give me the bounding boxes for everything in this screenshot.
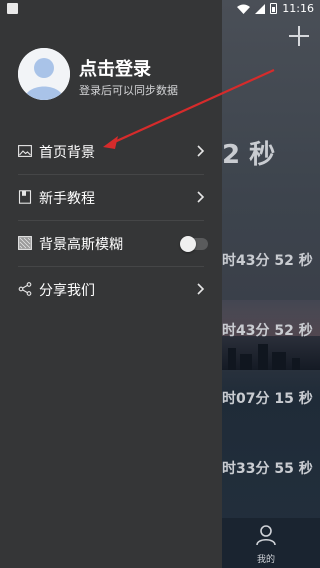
menu-item-label: 首页背景 <box>39 145 95 161</box>
menu-item-home-background[interactable]: 首页背景 <box>0 128 222 174</box>
login-title[interactable]: 点击登录 <box>79 55 151 81</box>
chevron-right-icon <box>197 283 205 295</box>
countdown-item: 时33分 55 秒 <box>222 461 313 477</box>
tab-mine-label: 我的 <box>256 555 275 565</box>
toggle-knob <box>180 236 196 252</box>
navigation-drawer: 点击登录 登录后可以同步数据 首页背景 新手教程 背景高斯模糊 分享我们 <box>0 0 222 568</box>
menu-item-label: 分享我们 <box>39 283 95 299</box>
menu-item-label: 新手教程 <box>39 191 95 207</box>
countdown-item: 时07分 15 秒 <box>222 391 313 407</box>
login-subtitle: 登录后可以同步数据 <box>79 84 178 97</box>
add-icon[interactable] <box>289 26 309 46</box>
book-icon <box>18 190 32 204</box>
chevron-right-icon <box>197 145 205 157</box>
status-time: 11:16 <box>282 2 314 15</box>
share-icon <box>18 282 32 296</box>
default-user-icon <box>18 48 70 100</box>
blur-icon <box>18 236 32 250</box>
menu-item-label: 背景高斯模糊 <box>39 237 123 253</box>
battery-icon <box>270 3 278 14</box>
menu-item-background-blur: 背景高斯模糊 <box>0 220 222 266</box>
city-skyline <box>222 336 320 370</box>
image-icon <box>18 145 32 157</box>
person-icon <box>256 525 276 546</box>
tab-mine[interactable]: 我的 <box>252 524 280 565</box>
signal-icon <box>255 3 266 14</box>
status-bar: 11:16 <box>0 0 320 18</box>
gallery-notification-icon <box>7 3 18 14</box>
menu-item-tutorial[interactable]: 新手教程 <box>0 174 222 220</box>
status-right: 11:16 <box>237 2 314 15</box>
countdown-item: 时43分 52 秒 <box>222 323 313 339</box>
avatar[interactable] <box>18 48 70 100</box>
menu-item-share[interactable]: 分享我们 <box>0 266 222 312</box>
wifi-icon <box>237 4 251 14</box>
blur-toggle[interactable] <box>180 236 208 252</box>
chevron-right-icon <box>197 191 205 203</box>
countdown-item: 时43分 52 秒 <box>222 253 313 269</box>
countdown-large: 2 秒 <box>222 140 276 170</box>
